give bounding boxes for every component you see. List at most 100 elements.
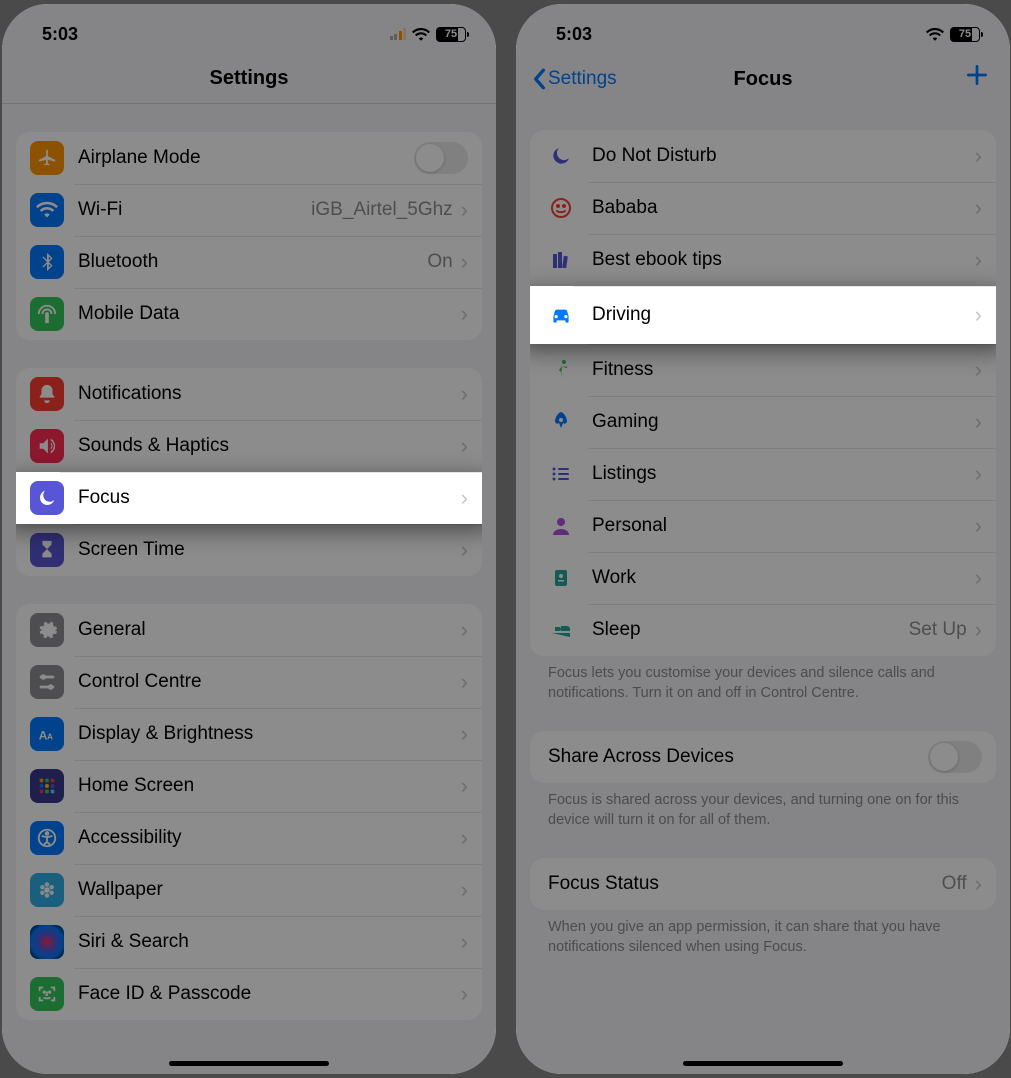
cellular-icon xyxy=(390,28,407,40)
battery-level: 75 xyxy=(437,28,465,40)
chevron-icon: › xyxy=(461,617,468,643)
row-label: Notifications xyxy=(78,383,461,405)
row-label: Face ID & Passcode xyxy=(78,983,461,1005)
row-ebook[interactable]: Best ebook tips › xyxy=(530,234,996,286)
chevron-icon: › xyxy=(461,197,468,223)
chevron-icon: › xyxy=(461,981,468,1007)
runner-icon xyxy=(544,353,578,387)
nav-bar: Settings xyxy=(2,54,496,104)
row-airplane[interactable]: Airplane Mode xyxy=(16,132,482,184)
chevron-icon: › xyxy=(461,773,468,799)
row-label: Do Not Disturb xyxy=(592,145,975,167)
row-control-centre[interactable]: Control Centre › xyxy=(16,656,482,708)
plus-icon xyxy=(964,62,990,88)
row-label: Wallpaper xyxy=(78,879,461,901)
row-sleep[interactable]: Sleep Set Up › xyxy=(530,604,996,656)
chevron-icon: › xyxy=(975,302,982,328)
rocket-icon xyxy=(544,405,578,439)
row-label: Focus xyxy=(78,487,461,509)
focus-modes-group: Do Not Disturb › Bababa › Best ebook tip… xyxy=(530,130,996,656)
chevron-icon: › xyxy=(975,143,982,169)
add-button[interactable] xyxy=(964,62,990,96)
chevron-icon: › xyxy=(461,301,468,327)
row-siri[interactable]: Siri & Search › xyxy=(16,916,482,968)
row-personal[interactable]: Personal › xyxy=(530,500,996,552)
status-time: 5:03 xyxy=(556,24,592,45)
back-label: Settings xyxy=(548,68,617,90)
row-screentime[interactable]: Screen Time › xyxy=(16,524,482,576)
row-label: Screen Time xyxy=(78,539,461,561)
row-general[interactable]: General › xyxy=(16,604,482,656)
row-work[interactable]: Work › xyxy=(530,552,996,604)
row-home-screen[interactable]: Home Screen › xyxy=(16,760,482,812)
moon-icon xyxy=(544,139,578,173)
grid-icon xyxy=(30,769,64,803)
sliders-icon xyxy=(30,665,64,699)
row-accessibility[interactable]: Accessibility › xyxy=(16,812,482,864)
row-fitness[interactable]: Fitness › xyxy=(530,344,996,396)
status-group: Focus Status Off › xyxy=(530,858,996,910)
row-bluetooth[interactable]: Bluetooth On › xyxy=(16,236,482,288)
row-faceid[interactable]: Face ID & Passcode › xyxy=(16,968,482,1020)
chevron-icon: › xyxy=(975,409,982,435)
row-label: Home Screen xyxy=(78,775,461,797)
books-icon xyxy=(544,243,578,277)
chevron-icon: › xyxy=(461,249,468,275)
row-display[interactable]: AA Display & Brightness › xyxy=(16,708,482,760)
row-gaming[interactable]: Gaming › xyxy=(530,396,996,448)
row-label: Fitness xyxy=(592,359,975,381)
row-value: Off xyxy=(942,873,967,895)
page-title: Focus xyxy=(734,68,793,91)
chevron-icon: › xyxy=(461,537,468,563)
row-wifi[interactable]: Wi-Fi iGB_Airtel_5Ghz › xyxy=(16,184,482,236)
row-value: On xyxy=(427,251,452,273)
row-label: Personal xyxy=(592,515,975,537)
row-label: Mobile Data xyxy=(78,303,461,325)
wifi-icon xyxy=(926,27,944,41)
chevron-icon: › xyxy=(975,461,982,487)
row-wallpaper[interactable]: Wallpaper › xyxy=(16,864,482,916)
chevron-icon: › xyxy=(461,433,468,459)
speaker-icon xyxy=(30,429,64,463)
bell-icon xyxy=(30,377,64,411)
row-dnd[interactable]: Do Not Disturb › xyxy=(530,130,996,182)
row-value: iGB_Airtel_5Ghz xyxy=(311,199,453,221)
car-icon xyxy=(544,298,578,332)
row-listings[interactable]: Listings › xyxy=(530,448,996,500)
chevron-icon: › xyxy=(461,669,468,695)
footer-text: Focus lets you customise your devices an… xyxy=(530,656,996,703)
chevron-icon: › xyxy=(975,871,982,897)
row-mobile-data[interactable]: Mobile Data › xyxy=(16,288,482,340)
row-label: Gaming xyxy=(592,411,975,433)
row-sounds[interactable]: Sounds & Haptics › xyxy=(16,420,482,472)
share-group: Share Across Devices xyxy=(530,731,996,783)
row-label: Wi-Fi xyxy=(78,199,311,221)
airplane-toggle[interactable] xyxy=(414,142,468,174)
row-label: Best ebook tips xyxy=(592,249,975,271)
home-indicator[interactable] xyxy=(683,1061,843,1066)
svg-text:A: A xyxy=(47,733,53,742)
home-indicator[interactable] xyxy=(169,1061,329,1066)
row-focus-status[interactable]: Focus Status Off › xyxy=(530,858,996,910)
chevron-icon: › xyxy=(975,357,982,383)
page-title: Settings xyxy=(210,67,289,90)
row-notifications[interactable]: Notifications › xyxy=(16,368,482,420)
siri-icon xyxy=(30,925,64,959)
row-focus[interactable]: Focus › xyxy=(16,472,482,524)
row-value: Set Up xyxy=(909,619,967,641)
bluetooth-icon xyxy=(30,245,64,279)
row-label: Focus Status xyxy=(548,873,942,895)
row-driving[interactable]: Driving › xyxy=(530,286,996,344)
share-toggle[interactable] xyxy=(928,741,982,773)
accessibility-icon xyxy=(30,821,64,855)
row-label: Share Across Devices xyxy=(548,746,928,768)
back-button[interactable]: Settings xyxy=(532,68,617,90)
smile-icon xyxy=(544,191,578,225)
chevron-icon: › xyxy=(975,513,982,539)
row-label: Airplane Mode xyxy=(78,147,414,169)
row-bababa[interactable]: Bababa › xyxy=(530,182,996,234)
person-icon xyxy=(544,509,578,543)
row-share-devices[interactable]: Share Across Devices xyxy=(530,731,996,783)
chevron-icon: › xyxy=(461,485,468,511)
flower-icon xyxy=(30,873,64,907)
